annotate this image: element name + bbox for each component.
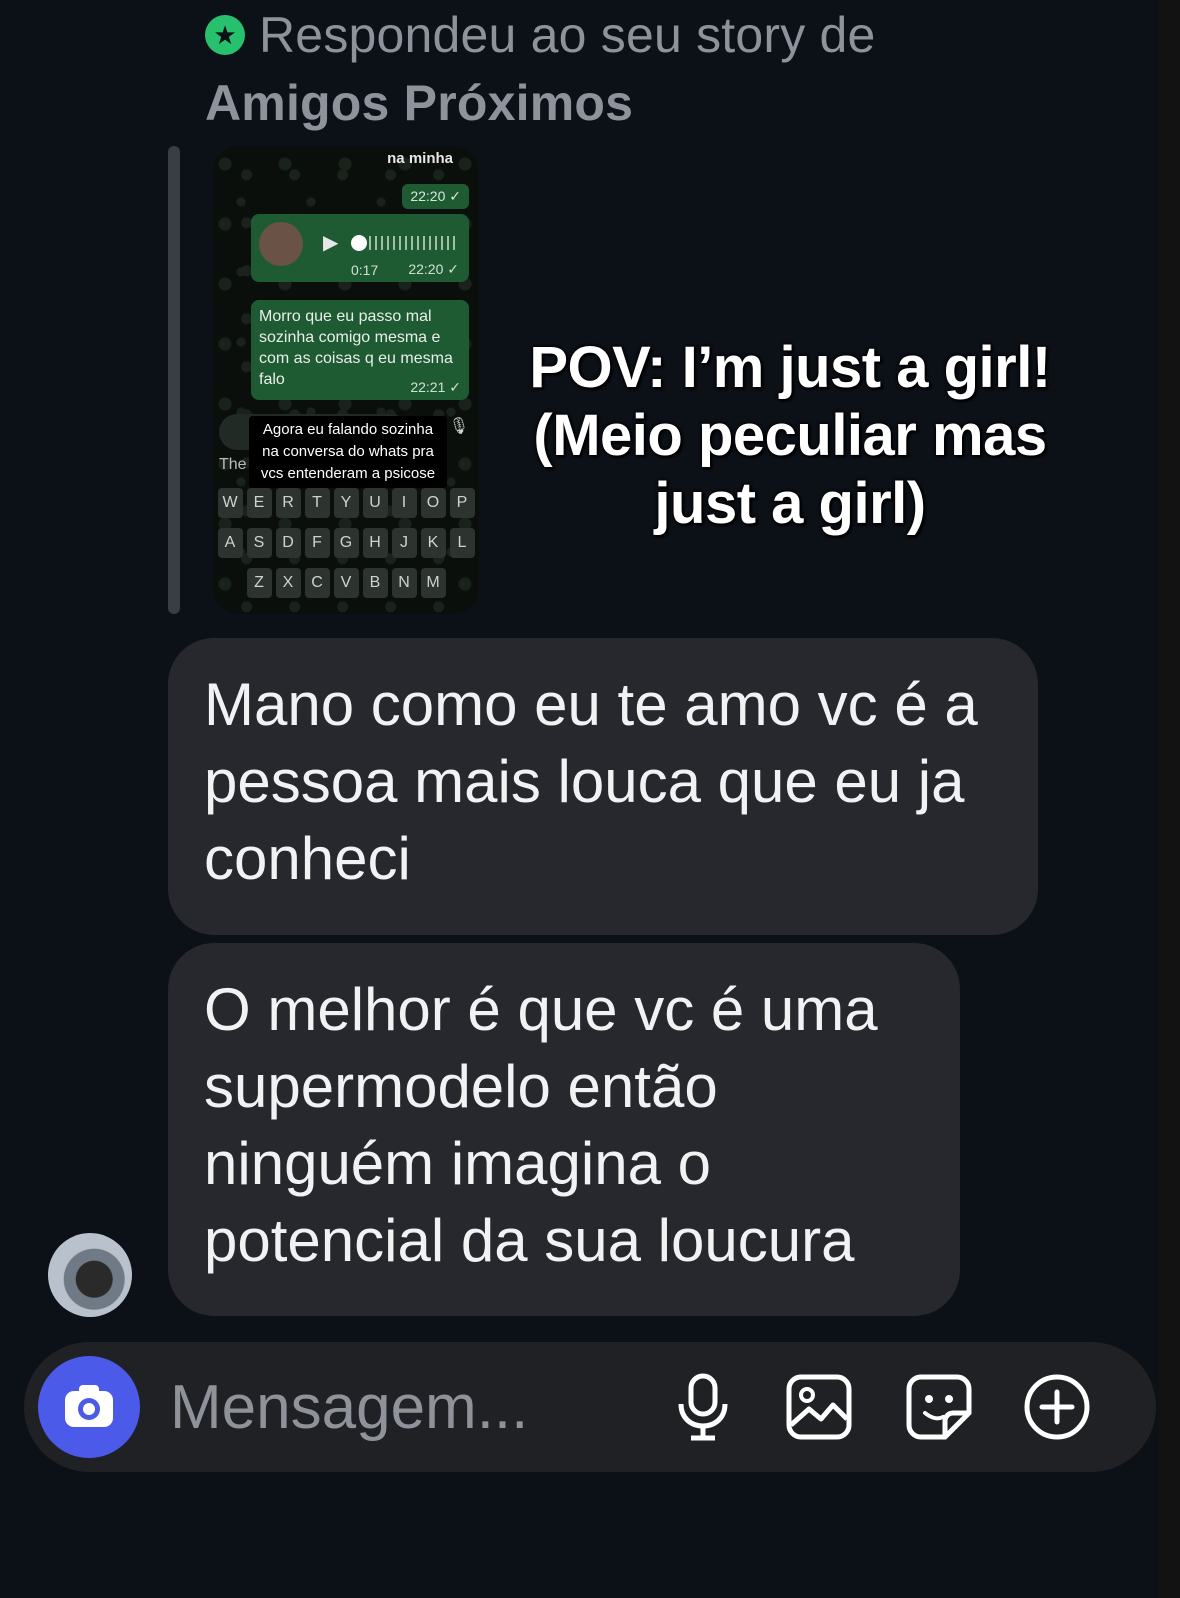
story-thumbnail[interactable]: na minha 22:20 ✓ ▶ 0:17 22:20 ✓ Morro qu… bbox=[213, 146, 479, 614]
story-reply-header: ★ Respondeu ao seu story de Amigos Próxi… bbox=[205, 6, 965, 132]
keyboard-key: F bbox=[304, 528, 330, 558]
keyboard-key: J bbox=[391, 528, 417, 558]
keyboard-key: M bbox=[420, 568, 446, 598]
keyboard-key: L bbox=[449, 528, 475, 558]
plus-circle-icon bbox=[1024, 1374, 1090, 1440]
story-audio-avatar bbox=[259, 222, 303, 266]
camera-icon bbox=[65, 1385, 113, 1427]
sticker-button[interactable] bbox=[902, 1370, 976, 1444]
keyboard-key: Z bbox=[246, 568, 272, 598]
story-mic-icon: 🎙 bbox=[448, 418, 469, 435]
pov-overlay-text: POV: I’m just a girl! (Meio peculiar mas… bbox=[529, 335, 1051, 536]
microphone-icon bbox=[678, 1373, 728, 1441]
keyboard-row-2: ASDFGHJKL bbox=[213, 528, 479, 558]
gallery-button[interactable] bbox=[782, 1370, 856, 1444]
story-time-2: 22:20 ✓ bbox=[408, 261, 459, 277]
message-bubble[interactable]: O melhor é que vc é uma supermodelo entã… bbox=[168, 943, 960, 1316]
keyboard-key: Y bbox=[333, 488, 359, 518]
message-composer bbox=[24, 1342, 1156, 1472]
reply-line: ★ Respondeu ao seu story de bbox=[205, 6, 965, 64]
image-icon bbox=[786, 1374, 852, 1440]
close-friends-star-icon: ★ bbox=[205, 15, 245, 55]
keyboard-key: P bbox=[449, 488, 475, 518]
keyboard-key: D bbox=[275, 528, 301, 558]
keyboard-key: H bbox=[362, 528, 388, 558]
keyboard-key: A bbox=[217, 528, 243, 558]
keyboard-key: W bbox=[217, 488, 243, 518]
camera-button[interactable] bbox=[38, 1356, 140, 1458]
play-icon: ▶ bbox=[323, 232, 339, 254]
story-time-3: 22:21 ✓ bbox=[410, 379, 461, 395]
message-input[interactable] bbox=[170, 1370, 650, 1444]
audio-waveform bbox=[369, 236, 455, 250]
audio-scrubber-dot bbox=[351, 235, 367, 251]
story-time-1: 22:20 ✓ bbox=[402, 184, 469, 209]
screen-edge bbox=[1158, 0, 1180, 1598]
keyboard-key: S bbox=[246, 528, 272, 558]
story-input-hint: The bbox=[219, 456, 247, 473]
keyboard-key: U bbox=[362, 488, 388, 518]
story-text-bubble: Morro que eu passo mal sozinha comigo me… bbox=[251, 300, 469, 400]
keyboard-key: G bbox=[333, 528, 359, 558]
keyboard-row-3: ZXCVBNM bbox=[213, 568, 479, 598]
story-audio-message: ▶ 0:17 22:20 ✓ bbox=[251, 214, 469, 282]
keyboard-key: T bbox=[304, 488, 330, 518]
keyboard-key: C bbox=[304, 568, 330, 598]
keyboard-key: N bbox=[391, 568, 417, 598]
more-button[interactable] bbox=[1020, 1370, 1094, 1444]
sender-avatar[interactable] bbox=[48, 1233, 132, 1317]
quote-bar bbox=[168, 146, 180, 614]
story-caption: Agora eu falando sozinha na conversa do … bbox=[249, 416, 447, 488]
keyboard-key: I bbox=[391, 488, 417, 518]
keyboard-key: K bbox=[420, 528, 446, 558]
story-bubble-text: Morro que eu passo mal sozinha comigo me… bbox=[259, 308, 453, 388]
story-top-text: na minha bbox=[387, 150, 453, 167]
keyboard-key: V bbox=[333, 568, 359, 598]
reply-text: Respondeu ao seu story de bbox=[259, 7, 876, 63]
keyboard-key: X bbox=[275, 568, 301, 598]
microphone-button[interactable] bbox=[666, 1370, 740, 1444]
keyboard-key: O bbox=[420, 488, 446, 518]
keyboard-key: B bbox=[362, 568, 388, 598]
message-bubble[interactable]: Mano como eu te amo vc é a pessoa mais l… bbox=[168, 638, 1038, 935]
chat-screen: ★ Respondeu ao seu story de Amigos Próxi… bbox=[0, 0, 1180, 1598]
keyboard-key: R bbox=[275, 488, 301, 518]
sticker-icon bbox=[906, 1374, 972, 1440]
keyboard-key: E bbox=[246, 488, 272, 518]
keyboard-row-1: WERTYUIOP bbox=[213, 488, 479, 518]
close-friends-label: Amigos Próximos bbox=[205, 75, 634, 131]
audio-duration: 0:17 bbox=[351, 262, 379, 278]
